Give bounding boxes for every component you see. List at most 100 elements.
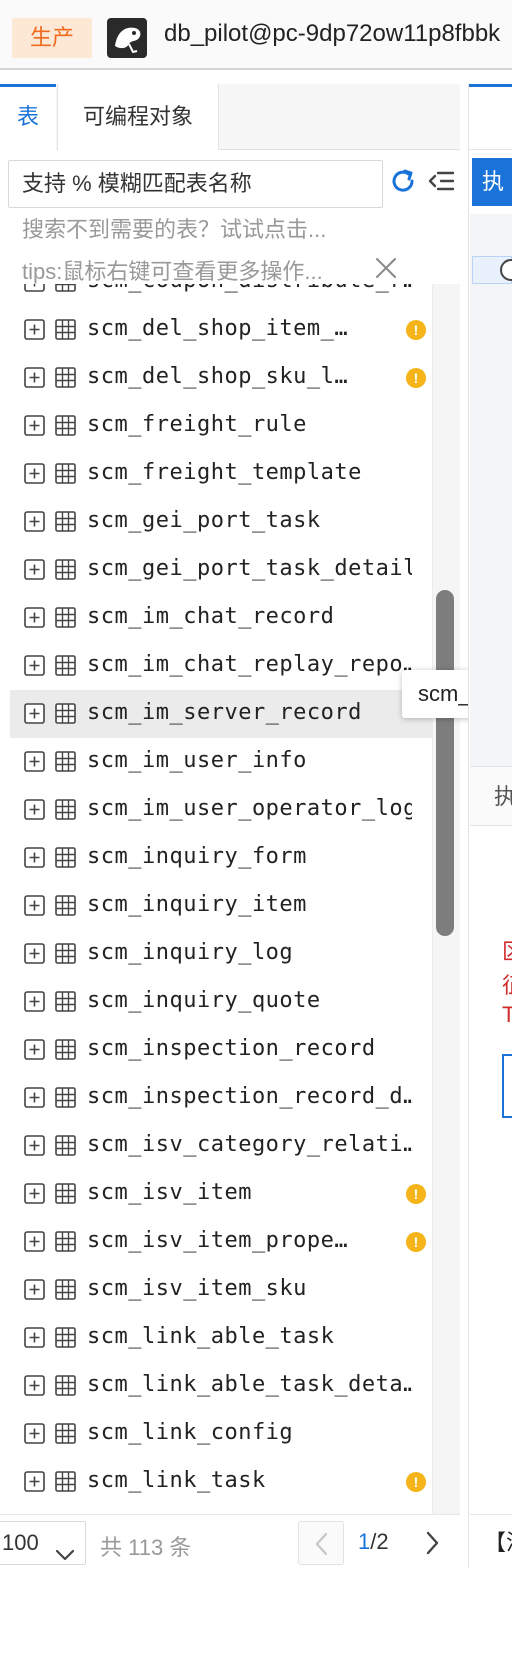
warning-icon: ! xyxy=(406,320,426,340)
table-row[interactable]: scm_link_task! xyxy=(0,1458,432,1506)
table-row[interactable]: scm_im_user_info xyxy=(0,738,432,786)
expand-icon[interactable] xyxy=(24,1231,45,1252)
table-icon xyxy=(55,1375,76,1396)
expand-icon[interactable] xyxy=(24,559,45,580)
table-row[interactable]: scm_link_config xyxy=(0,1410,432,1458)
env-badge: 生产 xyxy=(12,18,92,58)
table-row[interactable]: scm_isv_item_sku xyxy=(0,1266,432,1314)
tab-programmable-objects[interactable]: 可编程对象 xyxy=(57,84,219,150)
page-size-value: 100 xyxy=(2,1530,39,1555)
table-row[interactable]: scm_freight_template xyxy=(0,450,432,498)
error-line-2: 征 xyxy=(502,968,512,1000)
table-name: scm_isv_item_prope… xyxy=(87,1228,349,1253)
table-row[interactable]: scm_im_chat_replay_repo… xyxy=(0,642,432,690)
table-icon xyxy=(55,1183,76,1204)
expand-icon[interactable] xyxy=(24,751,45,772)
table-row[interactable]: scm_inquiry_log xyxy=(0,930,432,978)
error-line-1: 区 xyxy=(502,934,512,966)
table-icon xyxy=(55,559,76,580)
expand-icon[interactable] xyxy=(24,1471,45,1492)
top-bar: 生产 db_pilot@pc-9dp72ow11p8fbbk xyxy=(0,0,512,70)
connection-title: db_pilot@pc-9dp72ow11p8fbbk xyxy=(164,20,501,47)
expand-icon[interactable] xyxy=(24,367,45,388)
table-name: scm_isv_item_sku xyxy=(87,1276,307,1301)
table-row[interactable]: scm_link_able_task_deta… xyxy=(0,1362,432,1410)
table-icon xyxy=(55,1087,76,1108)
table-row[interactable]: scm_inspection_record xyxy=(0,1026,432,1074)
execute-button[interactable]: 执行 xyxy=(472,158,512,206)
table-name: scm_inquiry_log xyxy=(87,940,294,965)
table-search-field[interactable] xyxy=(8,160,383,208)
table-row[interactable]: scm_isv_item! xyxy=(0,1170,432,1218)
expand-icon[interactable] xyxy=(24,1279,45,1300)
expand-icon[interactable] xyxy=(24,655,45,676)
search-not-found-hint[interactable]: 搜索不到需要的表？试试点击... xyxy=(22,212,326,244)
total-count: 共 113 条 xyxy=(100,1535,192,1560)
expand-icon[interactable] xyxy=(24,799,45,820)
result-tab[interactable]: 执 xyxy=(470,766,512,826)
table-row[interactable]: scm_im_user_operator_log xyxy=(0,786,432,834)
table-row[interactable]: scm_coupon_distribute_r… xyxy=(0,284,432,306)
editor-area[interactable] xyxy=(470,214,512,784)
list-scrollbar-thumb[interactable] xyxy=(436,590,454,936)
table-icon xyxy=(55,319,76,340)
expand-icon[interactable] xyxy=(24,1039,45,1060)
table-row[interactable]: scm_inspection_record_d… xyxy=(0,1074,432,1122)
table-icon xyxy=(55,1135,76,1156)
expand-icon[interactable] xyxy=(24,1423,45,1444)
page-indicator: 1/2 xyxy=(358,1529,389,1555)
table-name: scm_gei_port_task_detail xyxy=(87,556,412,581)
table-name: scm_im_chat_replay_repo… xyxy=(87,652,412,677)
table-name: scm_inspection_record xyxy=(87,1036,376,1061)
table-row[interactable]: scm_inquiry_item xyxy=(0,882,432,930)
expand-icon[interactable] xyxy=(24,607,45,628)
table-name: scm_im_server_record xyxy=(87,700,362,725)
expand-icon[interactable] xyxy=(24,895,45,916)
table-name: scm_inquiry_form xyxy=(87,844,307,869)
table-icon xyxy=(55,367,76,388)
table-icon xyxy=(55,655,76,676)
table-name: scm_inspection_record_d… xyxy=(87,1084,412,1109)
table-row[interactable]: scm_link_task_deta…! xyxy=(0,1506,432,1514)
expand-icon[interactable] xyxy=(24,943,45,964)
table-row[interactable]: scm_inquiry_quote xyxy=(0,978,432,1026)
table-row[interactable]: scm_inquiry_form xyxy=(0,834,432,882)
editor-tab[interactable] xyxy=(469,84,512,150)
expand-icon[interactable] xyxy=(24,991,45,1012)
expand-icon[interactable] xyxy=(24,284,45,292)
prev-page-button[interactable] xyxy=(298,1521,344,1565)
expand-icon[interactable] xyxy=(24,703,45,724)
expand-icon[interactable] xyxy=(24,847,45,868)
expand-icon[interactable] xyxy=(24,1375,45,1396)
table-row[interactable]: scm_gei_port_task xyxy=(0,498,432,546)
table-row[interactable]: scm_freight_rule xyxy=(0,402,432,450)
expand-icon[interactable] xyxy=(24,415,45,436)
page-size-select[interactable]: 100 xyxy=(0,1521,86,1565)
table-row[interactable]: scm_gei_port_task_detail xyxy=(0,546,432,594)
expand-icon[interactable] xyxy=(24,1135,45,1156)
tab-tables[interactable]: 表 xyxy=(0,84,56,150)
table-icon xyxy=(55,943,76,964)
expand-icon[interactable] xyxy=(24,463,45,484)
table-row[interactable]: scm_del_shop_sku_l…! xyxy=(0,354,432,402)
refresh-icon[interactable] xyxy=(388,166,418,196)
next-page-button[interactable] xyxy=(418,1521,448,1565)
table-row[interactable]: scm_im_server_record xyxy=(10,690,432,738)
table-row[interactable]: scm_isv_category_relati… xyxy=(0,1122,432,1170)
expand-icon[interactable] xyxy=(24,1327,45,1348)
table-icon xyxy=(55,895,76,916)
table-search-input[interactable] xyxy=(9,161,382,207)
table-row[interactable]: scm_link_able_task xyxy=(0,1314,432,1362)
table-row[interactable]: scm_del_shop_item_…! xyxy=(0,306,432,354)
collapse-list-icon[interactable] xyxy=(426,166,456,196)
table-name: scm_del_shop_item_… xyxy=(87,316,349,341)
expand-icon[interactable] xyxy=(24,1183,45,1204)
expand-icon[interactable] xyxy=(24,1087,45,1108)
warning-icon: ! xyxy=(406,368,426,388)
table-row[interactable]: scm_isv_item_prope…! xyxy=(0,1218,432,1266)
expand-icon[interactable] xyxy=(24,319,45,340)
expand-icon[interactable] xyxy=(24,511,45,532)
message-tab[interactable]: 【消 xyxy=(470,1514,512,1570)
table-row[interactable]: scm_im_chat_record xyxy=(0,594,432,642)
close-tips-icon[interactable] xyxy=(372,254,400,282)
